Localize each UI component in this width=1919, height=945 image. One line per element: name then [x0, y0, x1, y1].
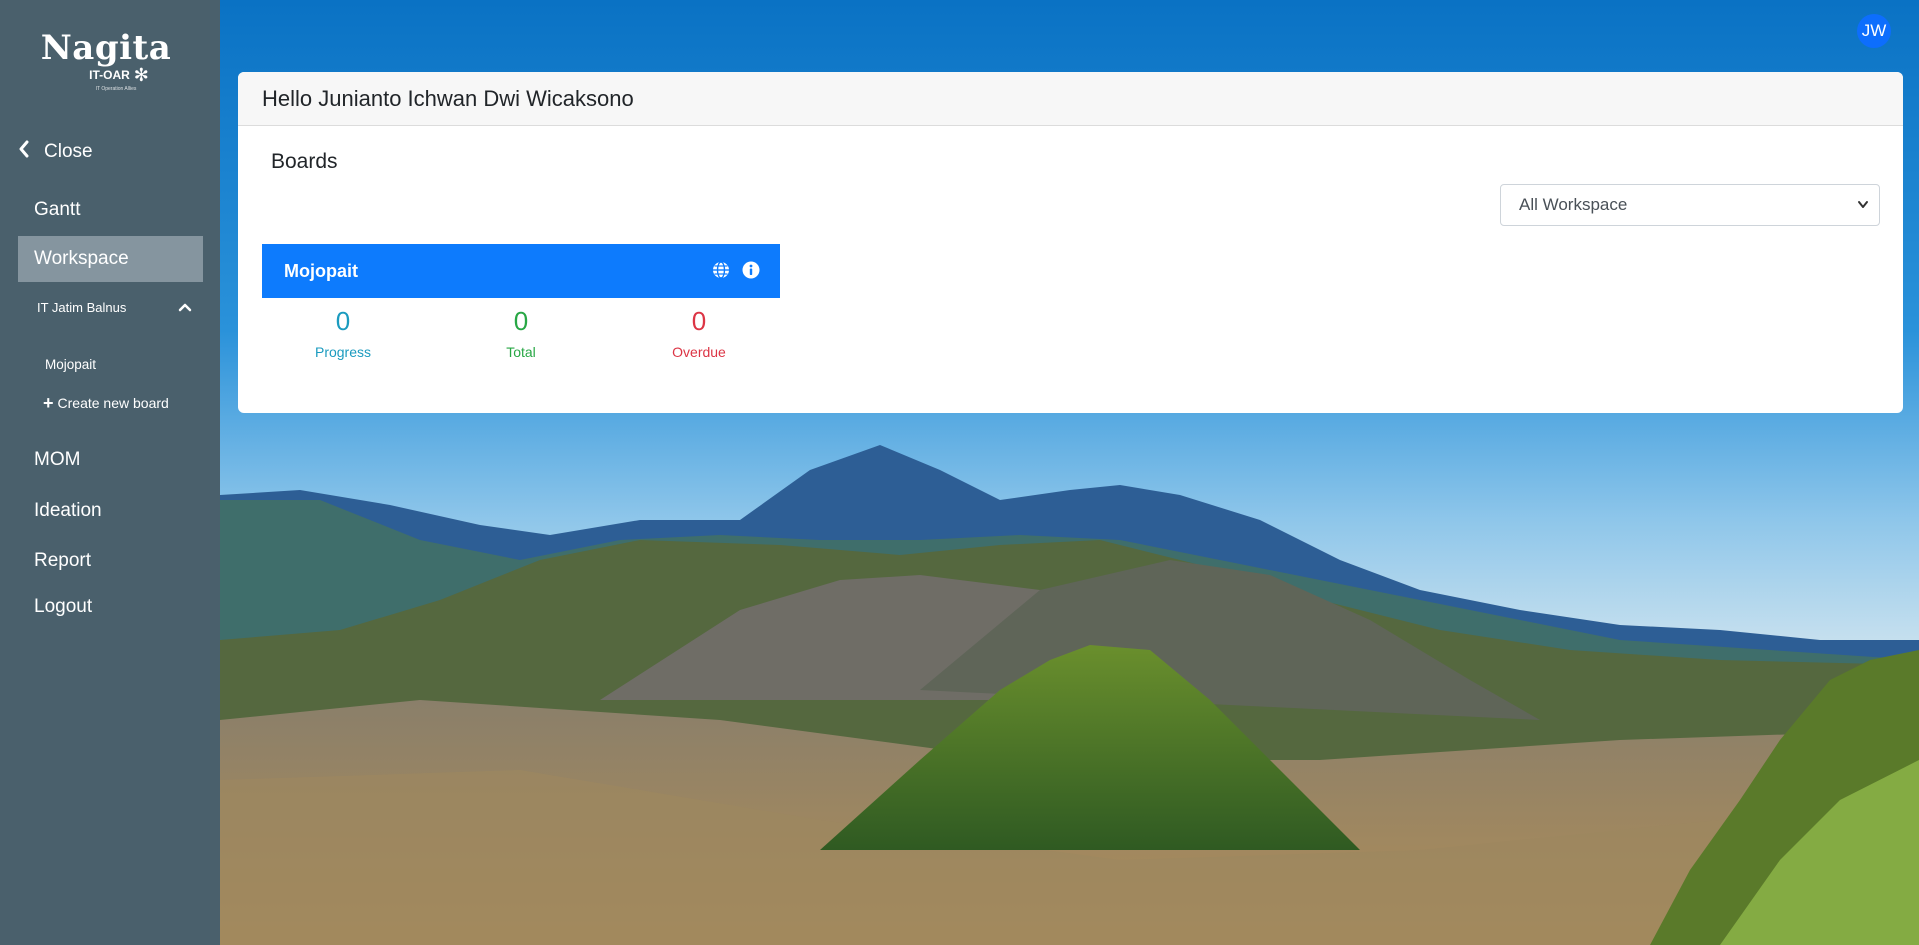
logo-title: Nagita	[40, 28, 172, 68]
close-label: Close	[44, 141, 93, 162]
overdue-label: Overdue	[672, 344, 726, 360]
main-card: Hello Junianto Ichwan Dwi Wicaksono Boar…	[238, 72, 1903, 413]
workspace-filter-select[interactable]: All Workspace	[1500, 184, 1880, 226]
logo-subtitle: IT-OAR	[89, 68, 130, 82]
workspace-filter-value: All Workspace	[1519, 195, 1628, 214]
plus-icon: +	[43, 393, 54, 413]
nav-report[interactable]: Report	[18, 538, 203, 584]
total-label: Total	[506, 344, 536, 360]
nav-mom[interactable]: MOM	[18, 437, 203, 483]
boards-title: Boards	[271, 150, 338, 173]
stat-progress: 0 Progress	[273, 306, 413, 360]
progress-count: 0	[335, 306, 351, 336]
chevron-down-icon	[1857, 185, 1869, 240]
info-icon[interactable]	[742, 261, 760, 284]
sidebar-board-mojopait[interactable]: Mojopait	[45, 357, 96, 372]
globe-icon[interactable]	[712, 261, 730, 284]
app-logo: Nagita IT-OAR ✻ IT Operation Allies	[0, 30, 212, 92]
chevron-up-icon	[178, 300, 192, 315]
stat-total: 0 Total	[451, 306, 591, 360]
total-count: 0	[513, 306, 529, 336]
overdue-count: 0	[691, 306, 707, 336]
progress-label: Progress	[314, 344, 372, 360]
nav-gantt[interactable]: Gantt	[18, 187, 203, 233]
workspace-name: IT Jatim Balnus	[37, 300, 127, 315]
board-card-header[interactable]: Mojopait	[262, 244, 780, 298]
greeting-header: Hello Junianto Ichwan Dwi Wicaksono	[238, 72, 1903, 126]
sidebar: Nagita IT-OAR ✻ IT Operation Allies Clos…	[0, 0, 220, 945]
nav-logout[interactable]: Logout	[18, 584, 203, 630]
workspace-group-toggle[interactable]: IT Jatim Balnus	[37, 300, 192, 315]
create-new-board-button[interactable]: + Create new board	[43, 393, 169, 413]
create-new-board-label: Create new board	[57, 395, 169, 411]
stat-overdue: 0 Overdue	[629, 306, 769, 360]
nav-workspace[interactable]: Workspace	[18, 236, 203, 282]
user-avatar[interactable]: JW	[1857, 14, 1891, 48]
chevron-left-icon	[18, 140, 30, 164]
nav-ideation[interactable]: Ideation	[18, 488, 203, 534]
flower-icon: ✻	[133, 65, 149, 85]
board-name: Mojopait	[284, 260, 358, 281]
logo-tagline: IT Operation Allies	[95, 86, 137, 92]
close-sidebar-button[interactable]: Close	[18, 140, 93, 164]
